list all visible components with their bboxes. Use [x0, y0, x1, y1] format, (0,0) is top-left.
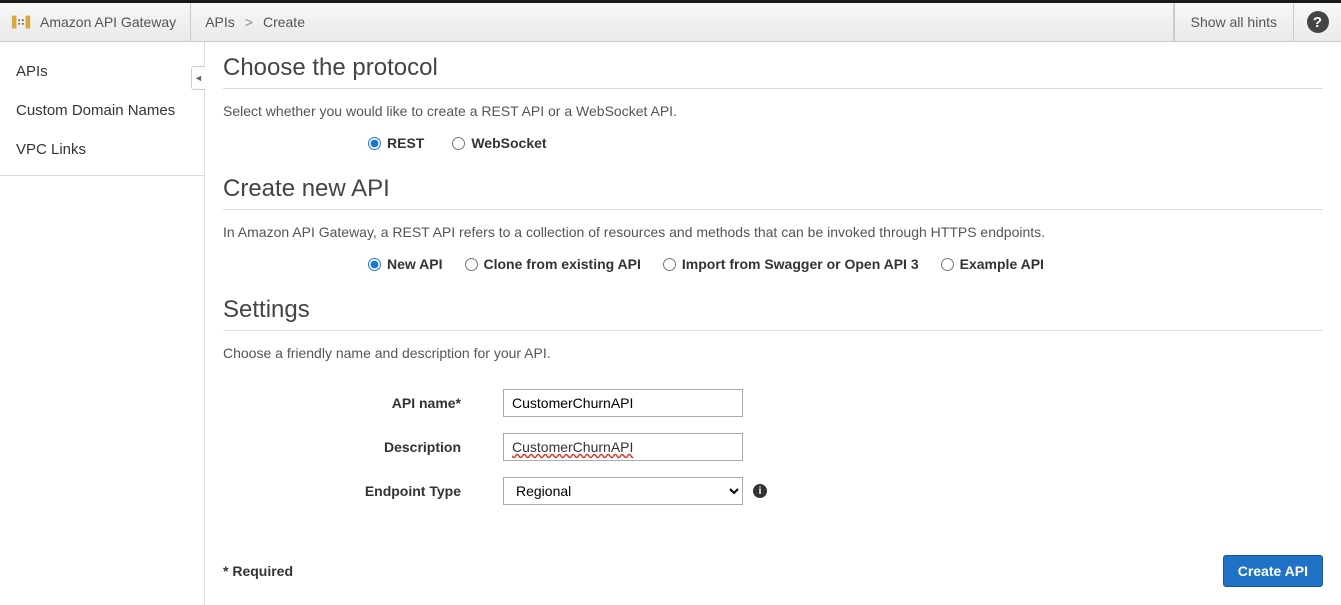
option-example-api[interactable]: Example API: [941, 256, 1044, 272]
sidebar-item-vpc-links[interactable]: VPC Links: [0, 130, 204, 169]
sidebar-item-apis[interactable]: APIs: [0, 52, 204, 91]
row-endpoint-type: Endpoint Type Regional i: [223, 477, 1323, 505]
sidebar: APIs Custom Domain Names VPC Links ◄: [0, 42, 205, 605]
settings-desc: Choose a friendly name and description f…: [223, 345, 1323, 361]
info-icon[interactable]: i: [753, 484, 767, 498]
breadcrumb-current: Create: [263, 14, 305, 30]
option-new-api[interactable]: New API: [368, 256, 443, 272]
divider: [223, 209, 1323, 210]
radio-clone-api[interactable]: [465, 258, 478, 271]
radio-import-api[interactable]: [663, 258, 676, 271]
divider: [223, 88, 1323, 89]
endpoint-type-select[interactable]: Regional: [503, 477, 743, 505]
protocol-websocket-option[interactable]: WebSocket: [452, 135, 546, 151]
main-content: Choose the protocol Select whether you w…: [205, 42, 1341, 605]
row-description: Description CustomerChurnAPI: [223, 433, 1323, 461]
radio-websocket[interactable]: [452, 137, 465, 150]
protocol-title: Choose the protocol: [223, 54, 1323, 82]
required-note: * Required: [223, 563, 293, 579]
footer: * Required Create API: [223, 555, 1323, 587]
service-brand[interactable]: Amazon API Gateway: [0, 3, 191, 41]
breadcrumb-root[interactable]: APIs: [205, 14, 235, 30]
radio-example-api[interactable]: [941, 258, 954, 271]
breadcrumb: APIs > Create: [191, 3, 1173, 41]
create-api-options: New API Clone from existing API Import f…: [368, 256, 1323, 272]
sidebar-collapse-toggle[interactable]: ◄: [191, 66, 205, 90]
create-api-button[interactable]: Create API: [1223, 555, 1323, 587]
help-button[interactable]: ?: [1293, 3, 1341, 41]
protocol-desc: Select whether you would like to create …: [223, 103, 1323, 119]
description-input[interactable]: CustomerChurnAPI: [503, 433, 743, 461]
api-gateway-icon: [10, 11, 32, 33]
divider: [223, 330, 1323, 331]
api-name-input[interactable]: [503, 389, 743, 417]
option-clone-api[interactable]: Clone from existing API: [465, 256, 641, 272]
sidebar-item-custom-domain-names[interactable]: Custom Domain Names: [0, 91, 204, 130]
breadcrumb-sep: >: [245, 14, 253, 30]
description-label: Description: [223, 439, 503, 455]
create-api-title: Create new API: [223, 175, 1323, 203]
help-icon: ?: [1307, 11, 1329, 33]
endpoint-type-label: Endpoint Type: [223, 483, 503, 499]
chevron-left-icon: ◄: [194, 73, 203, 83]
top-bar: Amazon API Gateway APIs > Create Show al…: [0, 0, 1341, 42]
show-all-hints-button[interactable]: Show all hints: [1174, 3, 1293, 41]
settings-title: Settings: [223, 296, 1323, 324]
radio-new-api[interactable]: [368, 258, 381, 271]
option-import-api[interactable]: Import from Swagger or Open API 3: [663, 256, 919, 272]
api-name-label: API name*: [223, 395, 503, 411]
service-name: Amazon API Gateway: [40, 14, 176, 30]
protocol-rest-option[interactable]: REST: [368, 135, 424, 151]
protocol-options: REST WebSocket: [368, 135, 1323, 151]
create-api-desc: In Amazon API Gateway, a REST API refers…: [223, 224, 1323, 240]
radio-rest[interactable]: [368, 137, 381, 150]
row-api-name: API name*: [223, 389, 1323, 417]
